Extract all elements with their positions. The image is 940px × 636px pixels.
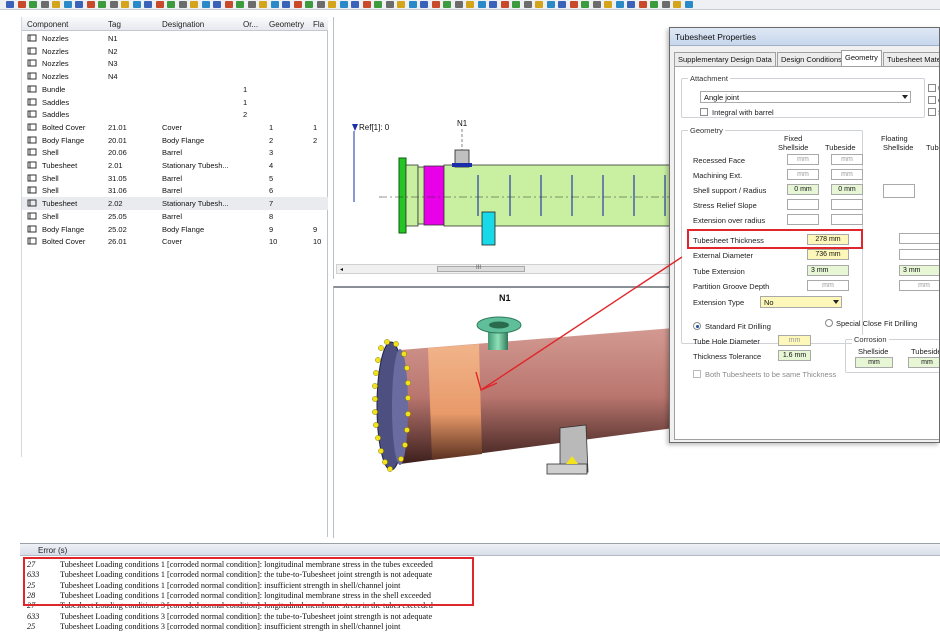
annotation-overlay — [475, 256, 683, 391]
error-row[interactable]: 25 Tubesheet Loading conditions 3 [corrod… — [20, 622, 940, 632]
error-code: 633 — [27, 611, 40, 621]
error-panel-title-bar: Error (s) — [20, 544, 940, 556]
error-panel: Error (s) 27 Tubesheet Loading conditions… — [20, 543, 940, 636]
error-row[interactable]: 633 Tubesheet Loading conditions 3 [corro… — [20, 612, 940, 622]
error-code: 25 — [27, 621, 36, 631]
error-message: Tubesheet Loading conditions 3 [corroded… — [60, 621, 401, 631]
errors-highlight-box — [23, 557, 474, 606]
error-panel-title: Error (s) — [38, 546, 68, 555]
error-message: Tubesheet Loading conditions 3 [corroded… — [60, 611, 433, 621]
annotation-arrow-line — [480, 256, 683, 391]
